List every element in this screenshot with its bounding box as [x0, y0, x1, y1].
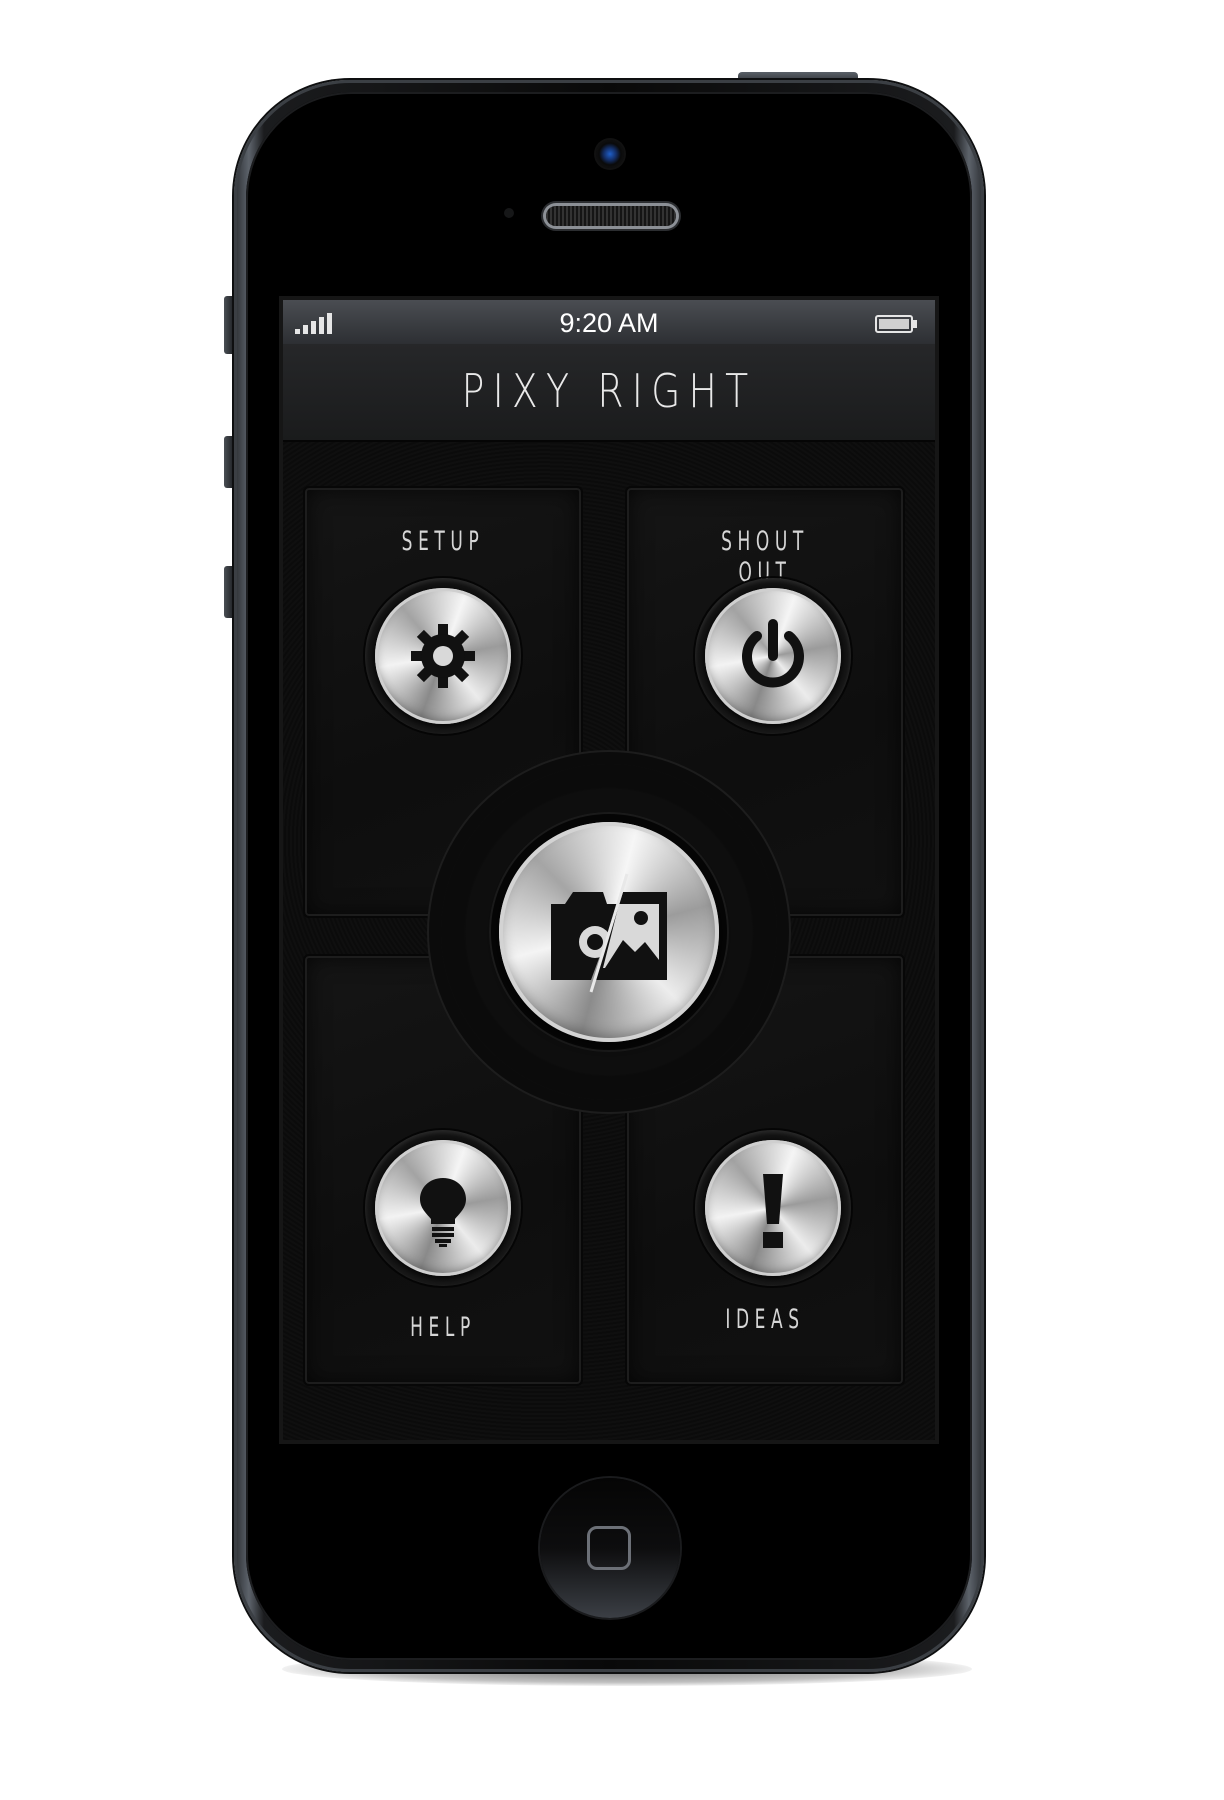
earpiece-speaker: [546, 206, 676, 226]
home-button[interactable]: [540, 1478, 680, 1618]
help-button[interactable]: [375, 1140, 511, 1276]
menu-panel: SETUP SHOUT OUT HELP IDEAS: [283, 442, 935, 1440]
gear-icon: [411, 624, 475, 688]
ideas-button-well: [695, 1130, 851, 1286]
setup-button-well: [365, 578, 521, 734]
ideas-button[interactable]: [705, 1140, 841, 1276]
volume-down-button[interactable]: [224, 566, 234, 618]
center-ring: [441, 764, 777, 1100]
home-square-icon: [587, 1526, 631, 1570]
exclamation-icon: [763, 1174, 783, 1248]
ideas-label: IDEAS: [725, 1304, 805, 1335]
power-icon: [742, 619, 804, 688]
status-bar: 9:20 AM: [283, 300, 935, 344]
front-camera: [596, 140, 624, 168]
help-button-well: [365, 1130, 521, 1286]
shout-out-button-well: [695, 578, 851, 734]
shout-out-button[interactable]: [705, 588, 841, 724]
center-well: [489, 812, 729, 1052]
setup-label: SETUP: [401, 526, 485, 557]
stage: 9:20 AM PIXY RIGHT SETUP SHOUT OUT HELP …: [0, 0, 1224, 1800]
battery-nub: [913, 320, 917, 328]
setup-button[interactable]: [375, 588, 511, 724]
camera-photo-icon: [551, 873, 667, 993]
title-bar: PIXY RIGHT: [283, 344, 935, 442]
screen: 9:20 AM PIXY RIGHT SETUP SHOUT OUT HELP …: [283, 300, 935, 1440]
lightbulb-icon: [420, 1178, 466, 1247]
proximity-sensor: [504, 208, 514, 218]
status-time: 9:20 AM: [559, 308, 659, 338]
mute-switch[interactable]: [224, 296, 234, 354]
help-label: HELP: [410, 1312, 476, 1343]
app-title: PIXY RIGHT: [461, 364, 757, 418]
battery-icon: [875, 315, 913, 333]
volume-up-button[interactable]: [224, 436, 234, 488]
capture-button[interactable]: [499, 822, 719, 1042]
